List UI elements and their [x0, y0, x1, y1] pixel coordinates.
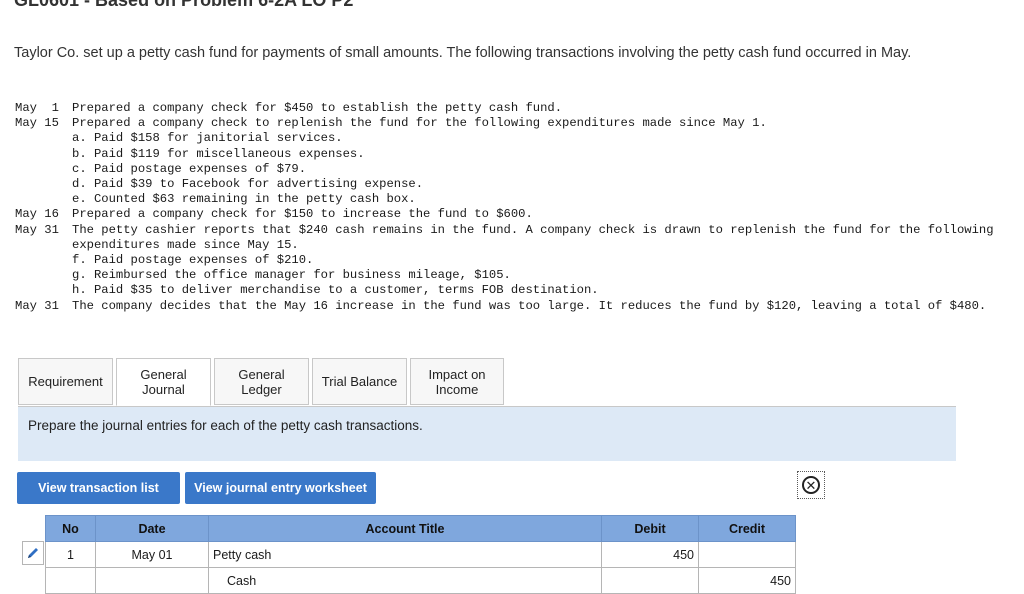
- transaction-subitem: g. Reimbursed the office manager for bus…: [72, 268, 511, 283]
- header-credit: Credit: [698, 515, 796, 542]
- transaction-may-31-reduce: May 31 The company decides that the May …: [15, 299, 1005, 314]
- tab-label: General Journal: [140, 367, 186, 397]
- view-transaction-list-button[interactable]: View transaction list: [17, 472, 180, 504]
- transaction-subitem: b. Paid $119 for miscellaneous expenses.: [72, 146, 365, 161]
- table-row[interactable]: Cash 450: [45, 567, 796, 594]
- close-button[interactable]: ✕: [797, 471, 825, 499]
- transaction-may-15: May 15 Prepared a company check to reple…: [15, 116, 1005, 131]
- cell-debit: [601, 567, 699, 594]
- transaction-text: The petty cashier reports that $240 cash…: [72, 222, 1001, 252]
- transaction-date: May 31: [15, 222, 59, 237]
- requirement-tabs: Requirement General Journal General Ledg…: [18, 358, 507, 406]
- transaction-text: Prepared a company check for $450 to est…: [72, 101, 563, 115]
- tab-label: Impact on Income: [428, 367, 485, 397]
- transaction-may-31-replenish: May 31 The petty cashier reports that $2…: [15, 223, 1005, 253]
- transaction-subitem: a. Paid $158 for janitorial services.: [72, 131, 343, 146]
- transaction-date: May 16: [15, 207, 59, 222]
- transaction-may-1: May 1 Prepared a company check for $450 …: [15, 101, 1005, 116]
- transaction-date: May 15: [15, 116, 59, 131]
- tab-label-line: Impact on: [428, 366, 486, 382]
- tab-general-journal[interactable]: General Journal: [116, 358, 211, 406]
- problem-intro: Taylor Co. set up a petty cash fund for …: [14, 45, 912, 61]
- view-journal-entry-worksheet-button[interactable]: View journal entry worksheet: [185, 472, 376, 504]
- transaction-date: May 31: [15, 298, 59, 313]
- tab-trial-balance[interactable]: Trial Balance: [312, 358, 407, 405]
- transaction-text: Prepared a company check for $150 to inc…: [72, 207, 533, 222]
- tab-label: Trial Balance: [321, 374, 398, 389]
- cell-account: Cash: [208, 567, 602, 594]
- transaction-may-16: May 16 Prepared a company check for $150…: [15, 207, 1005, 222]
- transactions-list: May 1 Prepared a company check for $450 …: [15, 101, 1005, 314]
- tab-label: Requirement: [28, 374, 103, 389]
- cell-account: Petty cash: [208, 541, 602, 568]
- tab-requirement[interactable]: Requirement: [18, 358, 113, 405]
- header-account-title: Account Title: [208, 515, 602, 542]
- tab-label: General Ledger: [238, 367, 284, 397]
- cell-credit: [698, 541, 796, 568]
- transaction-subitem: c. Paid postage expenses of $79.: [72, 161, 307, 176]
- instruction-text: Prepare the journal entries for each of …: [28, 418, 423, 433]
- close-circle-icon: ✕: [802, 476, 820, 494]
- tab-label-line: Income: [435, 381, 479, 397]
- tab-label-line: General: [140, 367, 187, 382]
- cell-date: [95, 567, 209, 594]
- header-date: Date: [95, 515, 209, 542]
- tab-label-line: General: [238, 366, 285, 382]
- cell-no: [45, 567, 96, 594]
- pencil-icon: [28, 548, 38, 558]
- cell-date: May 01: [95, 541, 209, 568]
- table-row[interactable]: 1 May 01 Petty cash 450: [45, 541, 796, 568]
- tab-label-line: Journal: [142, 382, 185, 397]
- journal-header-row: No Date Account Title Debit Credit: [45, 515, 796, 542]
- tab-label-line: Ledger: [241, 381, 282, 397]
- tab-impact-on-income[interactable]: Impact on Income: [410, 358, 504, 405]
- header-no: No: [45, 515, 96, 542]
- cell-no: 1: [45, 541, 96, 568]
- transaction-text: Prepared a company check to replenish th…: [72, 116, 767, 131]
- header-debit: Debit: [601, 515, 699, 542]
- journal-table: No Date Account Title Debit Credit 1 May…: [45, 515, 796, 594]
- transaction-subitem: h. Paid $35 to deliver merchandise to a …: [72, 283, 599, 298]
- edit-entry-button[interactable]: [22, 541, 44, 565]
- cell-credit: 450: [698, 567, 796, 594]
- instruction-panel: Prepare the journal entries for each of …: [18, 406, 956, 461]
- transaction-subitem: f. Paid postage expenses of $210.: [72, 253, 314, 268]
- transaction-subitem: d. Paid $39 to Facebook for advertising …: [72, 177, 424, 192]
- transaction-text: The company decides that the May 16 incr…: [72, 298, 987, 313]
- cell-debit: 450: [601, 541, 699, 568]
- transaction-subitem: e. Counted $63 remaining in the petty ca…: [72, 192, 416, 207]
- tab-general-ledger[interactable]: General Ledger: [214, 358, 309, 405]
- transaction-date: May 1: [15, 101, 59, 115]
- page-title: GL0601 - Based on Problem 6-2A LO P2: [14, 0, 354, 10]
